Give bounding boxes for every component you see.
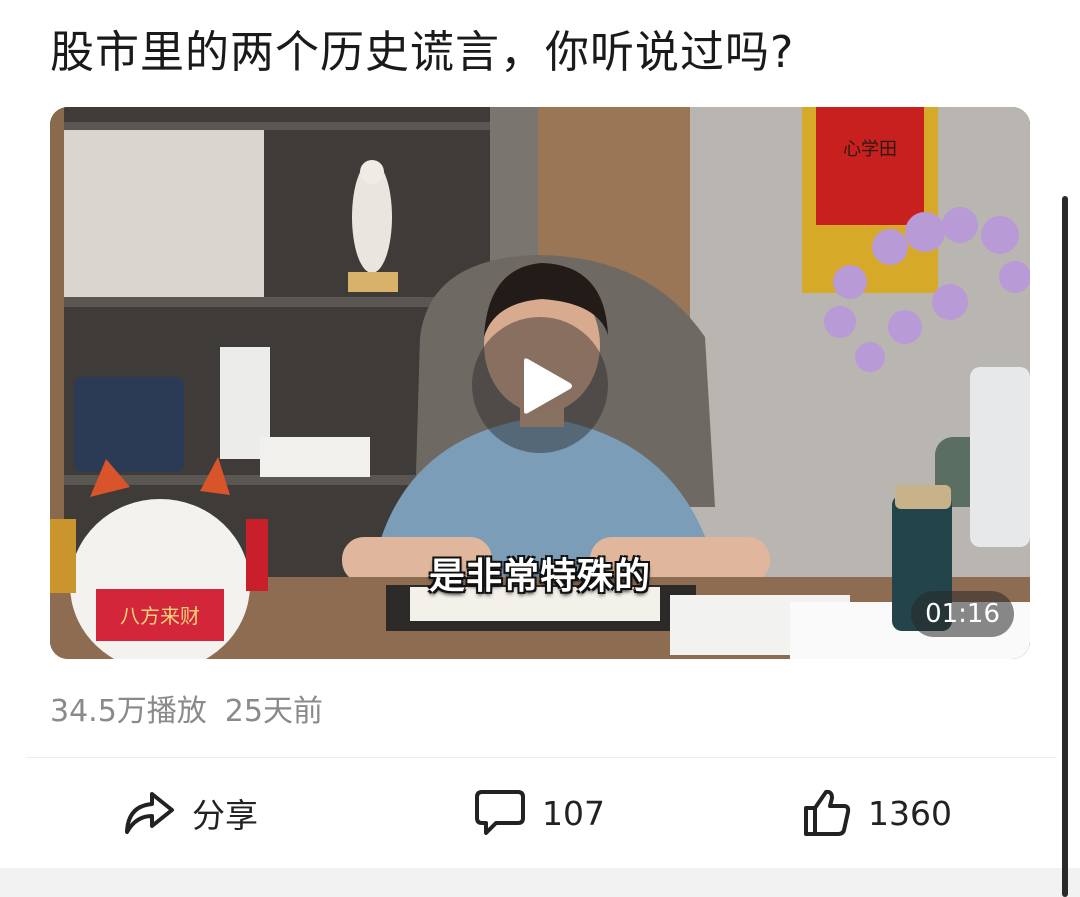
like-button[interactable]: 1360 bbox=[802, 770, 952, 856]
publish-time: 25天前 bbox=[224, 694, 323, 729]
calligraphy-text: 心学田 bbox=[843, 139, 897, 160]
section-separator bbox=[0, 868, 1080, 897]
thumbs-up-icon bbox=[804, 789, 851, 836]
post-title: 股市里的两个历史谎言，你听说过吗? bbox=[50, 27, 795, 78]
action-bar: 分享 107 1360 bbox=[0, 770, 1080, 856]
scrollbar[interactable] bbox=[1062, 196, 1068, 897]
like-count: 1360 bbox=[868, 793, 952, 833]
video-duration-badge: 01:16 bbox=[911, 591, 1014, 637]
cat-banner-text: 八方来财 bbox=[120, 604, 200, 628]
comment-button[interactable]: 107 bbox=[474, 770, 605, 856]
video-player[interactable]: 心学田 八方来财 是非常特殊的 01:16 bbox=[50, 107, 1030, 659]
share-button[interactable]: 分享 bbox=[122, 770, 258, 856]
comment-icon bbox=[475, 790, 525, 835]
play-button[interactable] bbox=[472, 317, 608, 453]
share-icon bbox=[125, 792, 174, 834]
share-label: 分享 bbox=[192, 796, 258, 835]
video-subtitle: 是非常特殊的 bbox=[428, 556, 651, 597]
play-count: 34.5万播放 bbox=[50, 694, 207, 729]
post-detail-page: 股市里的两个历史谎言，你听说过吗? 心学田 八方来财 是非常特殊的 01:16 … bbox=[0, 0, 1080, 897]
play-icon bbox=[524, 358, 572, 414]
comment-count: 107 bbox=[542, 793, 605, 833]
video-meta: 34.5万播放 25天前 bbox=[50, 686, 323, 730]
divider bbox=[26, 757, 1056, 758]
